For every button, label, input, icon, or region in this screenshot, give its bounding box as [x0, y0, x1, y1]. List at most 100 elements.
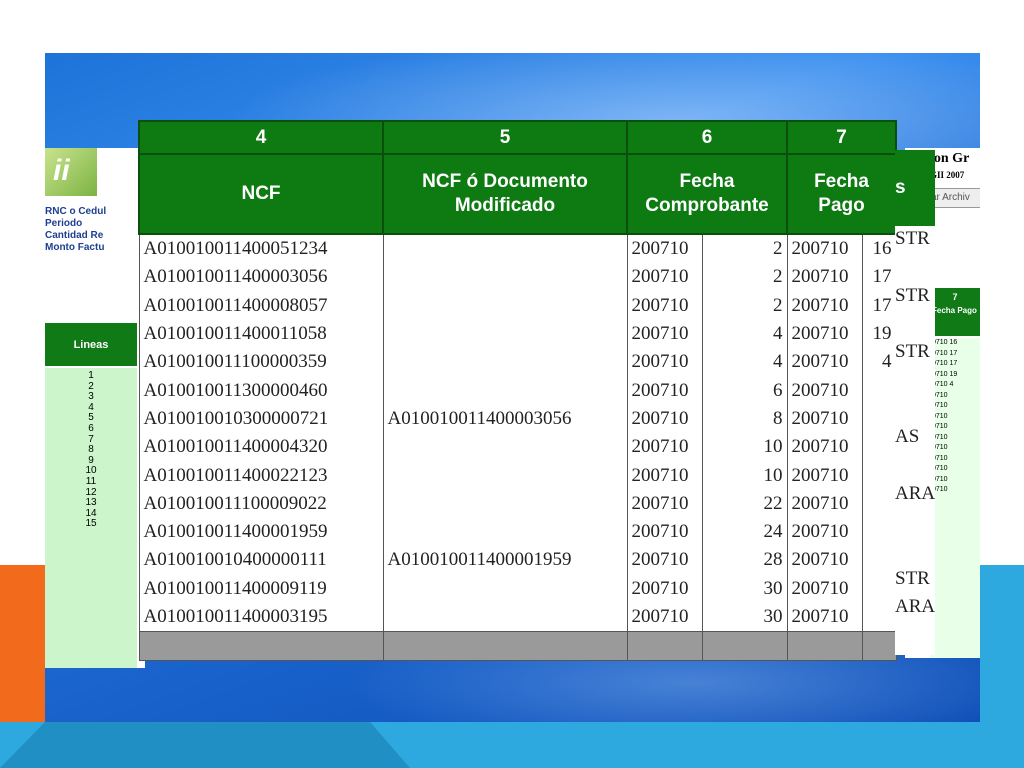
cell-ncf-modificado	[382, 433, 628, 462]
fragment-text: AS	[895, 426, 920, 448]
cell-fecha-comprobante-day: 24	[701, 517, 788, 547]
cell-fecha-pago-period: 200710	[786, 319, 863, 349]
cell-fecha-comprobante-period: 200710	[626, 348, 703, 377]
line-number: 11	[85, 475, 97, 487]
cell-ncf-modificado	[382, 319, 628, 349]
info-label: RNC o Cedul	[45, 206, 107, 217]
cell-fecha-comprobante-day: 8	[701, 404, 788, 434]
cell-fecha-pago-period: 200710	[786, 574, 863, 603]
column-number-6: 6	[625, 120, 789, 155]
cell-ncf: A010010011400004320	[138, 433, 384, 462]
cell-fecha-pago-day: 19	[861, 319, 897, 349]
cell-fecha-comprobante-period: 200710	[626, 574, 703, 603]
column-number-5: 5	[382, 120, 628, 155]
mini-column-values: 0710 16 0710 17 0710 17 0710 19 0710 4 0710 07…	[930, 338, 980, 658]
cell-ncf: A010010011400022123	[138, 461, 384, 490]
cell-ncf: A010010011400003195	[138, 602, 384, 632]
table-row: A010010011100000359 200710 4 200710 4	[138, 348, 897, 377]
header-line: NCF ó Documento	[422, 171, 588, 192]
header-line: Comprobante	[645, 195, 769, 216]
cell-fecha-comprobante-day: 22	[701, 489, 788, 518]
header-ncf-modificado: NCF ó Documento Modificado	[382, 153, 628, 235]
mini-column-value: 0710	[932, 391, 948, 399]
header-fecha-comprobante: Fecha Comprobante	[625, 153, 789, 235]
mini-column-header: Fecha Pago	[930, 306, 980, 336]
cell-fecha-pago-period: 200710	[786, 348, 863, 377]
cell-fecha-comprobante-period: 200710	[626, 602, 703, 632]
fragment-text: STR	[895, 567, 930, 589]
fragment-header: s	[895, 150, 935, 226]
cell-fecha-pago-day	[861, 376, 897, 405]
cell-ncf-modificado: A010010011400001959	[382, 546, 628, 575]
cell-ncf: A010010010300000721	[138, 404, 384, 434]
header-line: Modificado	[454, 195, 556, 216]
mini-column-value: 0710 17	[932, 360, 958, 367]
mini-column-value: 0710	[932, 475, 948, 483]
cell-fecha-comprobante-period: 200710	[626, 489, 703, 518]
cell-fecha-comprobante-period: 200710	[626, 291, 703, 320]
column-number-4: 4	[138, 120, 384, 155]
cell-fecha-comprobante-day: 10	[701, 461, 788, 490]
cell-ncf-modificado	[382, 291, 628, 320]
logo-text: ii	[53, 154, 70, 187]
cell-ncf-modificado	[382, 263, 628, 292]
fragment-text: STR	[895, 228, 930, 249]
cell-ncf: A010010011400001959	[138, 517, 384, 547]
cell-ncf: A010010010400000111	[138, 546, 384, 575]
info-label: Periodo	[45, 218, 83, 229]
cell-fecha-comprobante-period: 200710	[626, 376, 703, 405]
info-labels: RNC o Cedul Periodo Cantidad Re Monto Fa…	[45, 206, 106, 254]
cell-fecha-pago-day	[861, 602, 897, 632]
cell-fecha-pago-day: 17	[861, 263, 897, 292]
ncf-table: 4 5 6 7 NCF NCF ó Documento Modificado F…	[138, 120, 898, 662]
cell-ncf: A010010011100000359	[138, 348, 384, 377]
cell-fecha-comprobante-period: 200710	[626, 546, 703, 575]
background-window-left: ii RNC o Cedul Periodo Cantidad Re Monto…	[45, 148, 145, 668]
mini-column-value: 0710 17	[932, 349, 958, 357]
cell-fecha-pago-period: 200710	[786, 291, 863, 320]
cell-fecha-pago-day	[861, 404, 897, 434]
cell-fecha-comprobante-day: 4	[701, 319, 788, 349]
cell-fecha-comprobante-day: 2	[701, 291, 788, 320]
cell-ncf: A010010011400008057	[138, 291, 384, 320]
mini-column-number: 7	[930, 288, 980, 306]
cell-fecha-comprobante-day: 30	[701, 574, 788, 603]
table-row: A010010011400003056 200710 2 200710 17	[138, 263, 897, 292]
table-row: A010010011400003195 200710 30 200710	[138, 602, 897, 632]
cell-fecha-pago-period: 200710	[786, 263, 863, 292]
mini-column-value: 0710	[932, 423, 948, 430]
cell-fecha-pago-period: 200710	[786, 489, 863, 518]
ncf-table-window: 4 5 6 7 NCF NCF ó Documento Modificado F…	[138, 120, 935, 662]
cell-ncf: A010010011400011058	[138, 319, 384, 349]
cell-fecha-pago-period: 200710	[786, 404, 863, 434]
cell-ncf: A010010011100009022	[138, 489, 384, 518]
slide-bottom-shape	[0, 722, 410, 768]
cell-fecha-comprobante-day: 2	[701, 263, 788, 292]
cell-fecha-pago-day: 16	[861, 234, 897, 264]
line-number: 6	[88, 422, 94, 434]
cell-ncf: A010010011300000460	[138, 376, 384, 405]
cell-ncf-modificado	[382, 602, 628, 632]
cell-fecha-pago-period: 200710	[786, 234, 863, 264]
cell-fecha-comprobante-period: 200710	[626, 234, 703, 264]
table-row: A010010011100009022 200710 22 200710	[138, 489, 897, 518]
cell-fecha-comprobante-period: 200710	[626, 433, 703, 462]
cell-ncf: A010010011400051234	[138, 234, 384, 264]
header-line: Fecha	[814, 171, 869, 192]
cell-fecha-pago-period: 200710	[786, 376, 863, 405]
cell-ncf-modificado	[382, 234, 628, 264]
cell-ncf: A010010011400003056	[138, 263, 384, 292]
cell-fecha-pago-day	[861, 461, 897, 490]
table-row: A010010011400009119 200710 30 200710	[138, 574, 897, 603]
cell-ncf-modificado	[382, 348, 628, 377]
table-row: A010010011400011058 200710 4 200710 19	[138, 319, 897, 349]
column-number-7: 7	[786, 120, 898, 155]
table-body: A010010011400051234 200710 2 200710 16 A01001…	[138, 234, 897, 632]
table-row: A010010010400000111 A010010011400001959 20…	[138, 546, 897, 575]
cell-fecha-comprobante-period: 200710	[626, 319, 703, 349]
info-label: Monto Factu	[45, 242, 105, 253]
cell-fecha-pago-day	[861, 489, 897, 518]
cell-fecha-comprobante-period: 200710	[626, 461, 703, 490]
cell-fecha-comprobante-day: 10	[701, 433, 788, 462]
cell-ncf-modificado	[382, 574, 628, 603]
